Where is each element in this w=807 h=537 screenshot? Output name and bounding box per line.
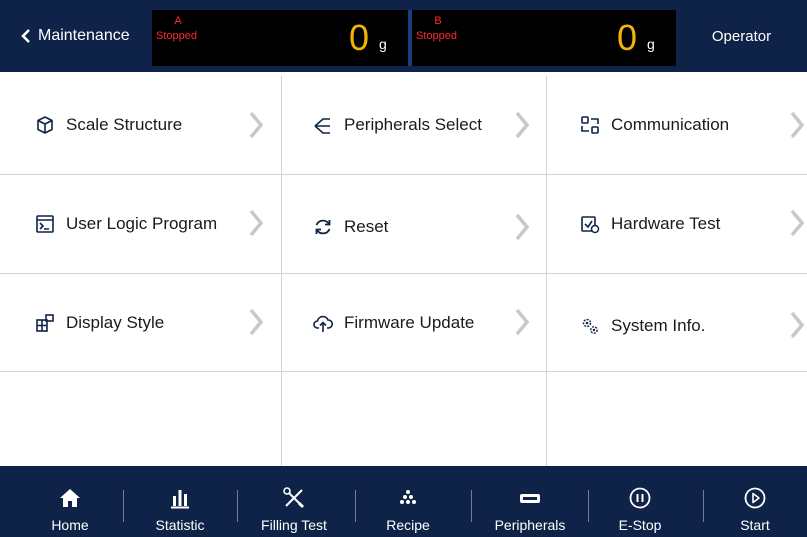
nav-label: Home (51, 517, 89, 533)
chevron-right-icon (515, 213, 530, 241)
cube-icon (34, 114, 56, 136)
chevron-left-icon (20, 28, 32, 44)
nav-label: Peripherals (494, 517, 566, 533)
menu-item-label: Scale Structure (66, 115, 183, 134)
tools-icon (282, 483, 306, 513)
gears-icon (579, 315, 601, 337)
layout-icon (34, 312, 56, 334)
nav-start[interactable]: Start (715, 466, 795, 537)
menu-item-communication[interactable]: Communication (547, 76, 807, 174)
home-icon (59, 483, 81, 513)
chevron-right-icon (515, 308, 530, 336)
play-circle-icon (743, 483, 767, 513)
network-icon (579, 114, 601, 136)
nav-label: Statistic (155, 517, 205, 533)
maintenance-menu-grid: Scale Structure Peripherals Select Commu… (0, 76, 807, 466)
chevron-right-icon (249, 308, 264, 336)
nav-separator (123, 490, 124, 522)
menu-item-label: User Logic Program (66, 214, 218, 233)
cloud-upload-icon (312, 312, 334, 334)
menu-item-reset[interactable]: Reset (282, 175, 546, 279)
scale-a-letter: A (174, 15, 182, 27)
menu-item-peripherals-select[interactable]: Peripherals Select (282, 76, 546, 174)
nav-label: E-Stop (618, 517, 662, 533)
pause-circle-icon (628, 483, 652, 513)
menu-item-label: Peripherals Select (344, 115, 482, 134)
nav-separator (355, 490, 356, 522)
nav-label: Start (740, 517, 770, 533)
branch-icon (312, 114, 334, 136)
menu-item-firmware-update[interactable]: Firmware Update (282, 274, 546, 371)
scale-b-unit: g (647, 36, 655, 52)
nav-separator (588, 490, 589, 522)
menu-item-system-info[interactable]: System Info. (547, 274, 807, 377)
menu-item-label: Reset (344, 217, 389, 236)
menu-item-hardware-test[interactable]: Hardware Test (547, 175, 807, 273)
menu-item-label: Display Style (66, 312, 165, 332)
scale-b-weight: 0 (617, 17, 638, 58)
terminal-icon (34, 213, 56, 235)
nav-home[interactable]: Home (30, 466, 110, 537)
nav-label: Filling Test (261, 517, 327, 533)
nav-peripherals[interactable]: Peripherals (480, 466, 580, 537)
scale-b-letter: B (434, 15, 442, 27)
back-label: Maintenance (38, 27, 130, 44)
chevron-right-icon (249, 111, 264, 139)
nav-filling-test[interactable]: Filling Test (246, 466, 342, 537)
top-bar: Maintenance A Stopped 0 g B Stopped 0 g … (0, 0, 807, 72)
bottom-nav: Home Statistic Filling Test Recipe Perip… (0, 466, 807, 537)
user-role-button[interactable]: Operator (676, 0, 807, 72)
nav-statistic[interactable]: Statistic (140, 466, 220, 537)
nav-recipe[interactable]: Recipe (368, 466, 448, 537)
menu-item-label: Communication (611, 115, 730, 134)
menu-item-scale-structure[interactable]: Scale Structure (0, 76, 281, 174)
nav-e-stop[interactable]: E-Stop (600, 466, 680, 537)
bar-chart-icon (169, 483, 191, 513)
device-icon (517, 483, 543, 513)
chevron-right-icon (515, 111, 530, 139)
menu-item-label: System Info. (611, 315, 706, 335)
menu-item-user-logic-program[interactable]: User Logic Program (0, 175, 281, 273)
menu-item-label: Firmware Update (344, 312, 475, 332)
scale-b-panel[interactable]: B Stopped 0 g (412, 10, 676, 66)
scale-a-status: Stopped (156, 30, 197, 42)
scale-a-unit: g (379, 36, 387, 52)
menu-item-label: Hardware Test (611, 214, 721, 233)
nav-separator (703, 490, 704, 522)
chevron-right-icon (249, 209, 264, 237)
scale-a-panel[interactable]: A Stopped 0 g (152, 10, 408, 66)
back-button[interactable]: Maintenance (0, 0, 152, 72)
chevron-right-icon (790, 111, 805, 139)
scale-a-weight: 0 (349, 17, 370, 58)
dots-pyramid-icon (397, 483, 419, 513)
hardware-check-icon (579, 213, 601, 235)
refresh-icon (312, 216, 334, 238)
chevron-right-icon (790, 209, 805, 237)
chevron-right-icon (790, 311, 805, 339)
nav-separator (471, 490, 472, 522)
menu-item-display-style[interactable]: Display Style (0, 274, 281, 371)
nav-separator (237, 490, 238, 522)
nav-label: Recipe (386, 517, 430, 533)
scale-b-status: Stopped (416, 30, 457, 42)
